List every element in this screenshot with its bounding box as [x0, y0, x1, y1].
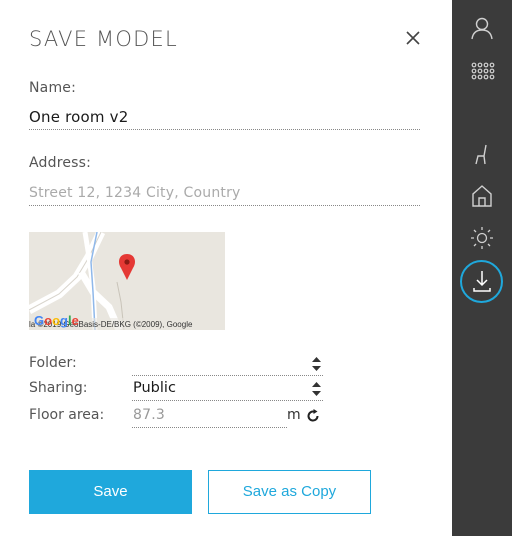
folder-underline: [132, 375, 323, 376]
select-arrows-icon: [312, 382, 321, 396]
address-underline: [29, 205, 420, 206]
download-icon[interactable]: [469, 268, 495, 294]
sharing-underline: [132, 400, 323, 401]
floor-area-label: Floor area:: [29, 407, 105, 423]
save-button[interactable]: Save: [29, 470, 192, 514]
google-logo: Google: [34, 313, 79, 328]
right-sidebar: [452, 0, 512, 536]
apps-grid-icon[interactable]: [469, 60, 495, 86]
folder-select[interactable]: [132, 355, 323, 375]
sharing-select[interactable]: Public: [132, 380, 323, 400]
location-map[interactable]: la ©2019 GeoBasis-DE/BKG (©2009), Google…: [29, 232, 225, 330]
floor-area-unit: m: [287, 407, 301, 423]
address-input[interactable]: Street 12, 1234 City, Country: [29, 185, 241, 201]
folder-label: Folder:: [29, 355, 77, 371]
sharing-value: Public: [133, 380, 176, 396]
name-label: Name:: [29, 80, 77, 96]
house-icon[interactable]: [469, 183, 495, 209]
sun-icon[interactable]: [469, 225, 495, 251]
floor-area-underline: [132, 427, 287, 428]
address-label: Address:: [29, 155, 92, 171]
name-underline: [29, 129, 420, 130]
close-icon[interactable]: [402, 27, 424, 49]
floor-area-input[interactable]: 87.3: [133, 407, 165, 423]
save-as-copy-button[interactable]: Save as Copy: [208, 470, 371, 514]
user-icon[interactable]: [469, 15, 495, 41]
chair-icon[interactable]: [469, 142, 495, 168]
save-model-panel: SAVE MODEL Name: One room v2 Address: St…: [0, 0, 452, 536]
name-input[interactable]: One room v2: [29, 108, 129, 126]
sharing-label: Sharing:: [29, 380, 88, 396]
refresh-icon[interactable]: [305, 408, 321, 424]
dialog-title: SAVE MODEL: [29, 27, 178, 51]
select-arrows-icon: [312, 357, 321, 371]
